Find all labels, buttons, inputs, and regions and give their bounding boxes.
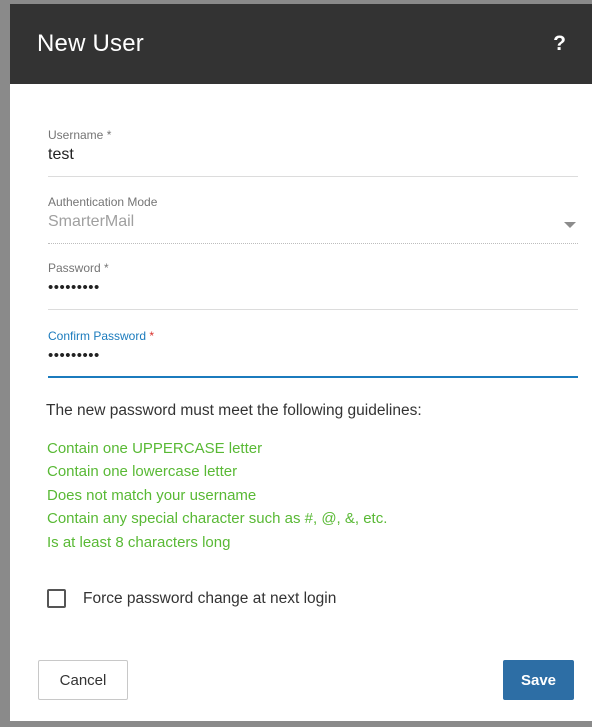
force-password-change-checkbox[interactable] (47, 589, 66, 608)
password-label: Password * (48, 261, 109, 275)
username-input[interactable]: test (48, 145, 578, 165)
confirm-password-input[interactable]: ••••••••• (48, 346, 578, 366)
auth-mode-underline (48, 243, 578, 244)
password-rule: Contain one lowercase letter (47, 463, 238, 481)
password-rule: Does not match your username (47, 486, 257, 504)
dialog-header: New User ? (10, 4, 592, 84)
password-field[interactable]: Password * ••••••••• (48, 261, 578, 311)
username-field[interactable]: Username * test (48, 128, 578, 178)
confirm-password-label: Confirm Password * (48, 329, 155, 343)
password-rule: Is at least 8 characters long (47, 533, 231, 551)
dialog-title: New User (37, 30, 144, 57)
confirm-password-underline (48, 376, 578, 378)
auth-mode-select: SmarterMail (48, 213, 135, 230)
save-button[interactable]: Save (503, 660, 574, 700)
username-underline (48, 176, 578, 177)
force-password-change-label[interactable]: Force password change at next login (83, 590, 336, 608)
confirm-password-field[interactable]: Confirm Password * ••••••••• (48, 329, 578, 379)
help-icon[interactable]: ? (553, 32, 566, 56)
password-underline (48, 309, 578, 310)
auth-mode-field: Authentication Mode SmarterMail (48, 195, 578, 245)
new-user-dialog: New User ? Username * test Authenticatio… (10, 4, 592, 721)
password-input[interactable]: ••••••••• (48, 278, 578, 298)
chevron-down-icon (564, 222, 576, 228)
password-rule: Contain any special character such as #,… (47, 510, 388, 528)
force-password-change-option[interactable]: Force password change at next login (47, 589, 336, 608)
password-guidelines-intro: The new password must meet the following… (46, 402, 422, 419)
cancel-button[interactable]: Cancel (38, 660, 128, 700)
password-rule: Contain one UPPERCASE letter (47, 440, 263, 457)
auth-mode-label: Authentication Mode (48, 195, 158, 209)
username-label: Username * (48, 128, 112, 142)
password-rules-list: Contain one UPPERCASE letter Contain one… (47, 437, 387, 554)
